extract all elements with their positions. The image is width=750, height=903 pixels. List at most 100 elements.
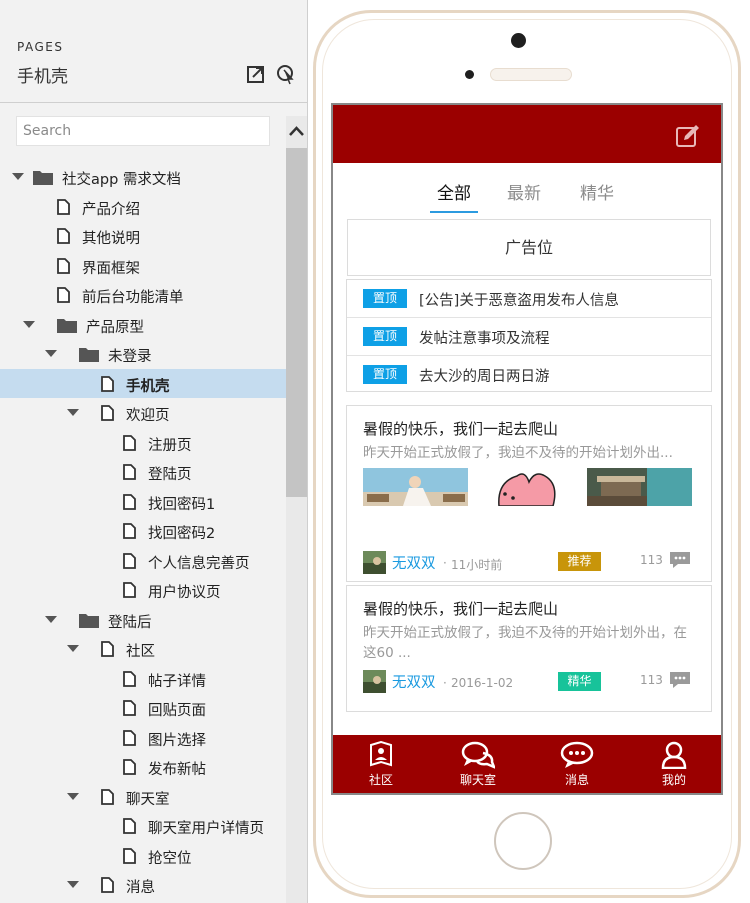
tree-item[interactable]: 界面框架 bbox=[0, 251, 286, 281]
expand-arrow-icon[interactable] bbox=[67, 881, 79, 888]
feed-tabs: 全部 最新 精华 bbox=[333, 163, 721, 215]
scroll-up-icon[interactable] bbox=[286, 118, 307, 144]
tree-item[interactable]: 聊天室用户详情页 bbox=[0, 811, 286, 841]
tree-item-label: 找回密码2 bbox=[148, 526, 216, 542]
tree-item-label: 手机壳 bbox=[126, 378, 170, 395]
comment-count: 113 bbox=[640, 553, 663, 567]
phone-frame: 全部 最新 精华 广告位 置顶 [公告]关于恶意盗用发布人信息 置顶 发帖注意事… bbox=[313, 10, 741, 898]
post-image[interactable] bbox=[587, 468, 692, 506]
export-icon[interactable] bbox=[246, 64, 266, 84]
chat-bubbles-icon bbox=[461, 741, 497, 773]
tree-item[interactable]: 注册页 bbox=[0, 428, 286, 458]
author-name[interactable]: 无双双 bbox=[392, 671, 436, 692]
pinned-item[interactable]: 置顶 [公告]关于恶意盗用发布人信息 bbox=[347, 280, 711, 318]
tree-item[interactable]: 社区 bbox=[0, 634, 286, 664]
post-image[interactable] bbox=[477, 468, 582, 506]
tree-item-label: 抢空位 bbox=[148, 850, 192, 867]
tree-item[interactable]: 手机壳 bbox=[0, 368, 286, 398]
tab-all[interactable]: 全部 bbox=[437, 179, 471, 204]
post-card[interactable]: 暑假的快乐，我们一起去爬山 昨天开始正式放假了，我迫不及待的开始计划外出，在这6… bbox=[346, 585, 712, 712]
tree-item-label: 图片选择 bbox=[148, 732, 206, 749]
tree-item[interactable]: 找回密码2 bbox=[0, 516, 286, 546]
pinned-tag: 置顶 bbox=[363, 289, 407, 308]
post-excerpt: 昨天开始正式放假了，我迫不及待的开始计划外出... bbox=[363, 445, 673, 461]
page-icon bbox=[57, 228, 70, 248]
tree-item[interactable]: 个人信息完善页 bbox=[0, 546, 286, 576]
nav-label: 聊天室 bbox=[459, 773, 496, 787]
tree-item[interactable]: 产品原型 bbox=[0, 310, 286, 340]
comment-icon[interactable] bbox=[669, 551, 691, 569]
tree-item[interactable]: 帖子详情 bbox=[0, 664, 286, 694]
tree-item[interactable]: 前后台功能清单 bbox=[0, 280, 286, 310]
tree-item[interactable]: 发布新帖 bbox=[0, 752, 286, 782]
user-icon bbox=[661, 741, 687, 773]
tree-item[interactable]: 抢空位 bbox=[0, 841, 286, 871]
comment-icon[interactable] bbox=[669, 671, 691, 689]
post-date: 2016-1-02 bbox=[451, 676, 514, 690]
page-icon bbox=[101, 877, 114, 897]
expand-arrow-icon[interactable] bbox=[67, 645, 79, 652]
expand-arrow-icon[interactable] bbox=[12, 173, 24, 180]
avatar[interactable] bbox=[363, 670, 386, 693]
post-card[interactable]: 暑假的快乐，我们一起去爬山 昨天开始正式放假了，我迫不及待的开始计划外出... bbox=[346, 405, 712, 582]
compose-icon[interactable] bbox=[675, 123, 701, 149]
pinned-list: 置顶 [公告]关于恶意盗用发布人信息 置顶 发帖注意事项及流程 置顶 去大沙的周… bbox=[346, 279, 712, 392]
search-input[interactable] bbox=[16, 116, 270, 146]
pinned-item[interactable]: 置顶 发帖注意事项及流程 bbox=[347, 318, 711, 356]
scrollbar-thumb[interactable] bbox=[286, 148, 307, 497]
tree-item[interactable]: 用户协议页 bbox=[0, 575, 286, 605]
home-button[interactable] bbox=[494, 812, 552, 870]
tab-featured[interactable]: 精华 bbox=[580, 179, 614, 204]
expand-arrow-icon[interactable] bbox=[67, 409, 79, 416]
app-top-bar bbox=[333, 105, 721, 163]
active-tab-indicator bbox=[430, 211, 478, 213]
tree-item-label: 登陆后 bbox=[108, 614, 152, 631]
expand-arrow-icon[interactable] bbox=[23, 320, 35, 328]
recommended-badge: 推荐 bbox=[558, 552, 601, 571]
page-icon bbox=[101, 405, 114, 425]
tree-item[interactable]: 消息 bbox=[0, 870, 286, 900]
tree-item[interactable]: 聊天室 bbox=[0, 782, 286, 812]
tree-item[interactable]: 社交app 需求文档 bbox=[0, 162, 286, 192]
ad-banner[interactable]: 广告位 bbox=[347, 219, 711, 276]
nav-community[interactable]: 社区 bbox=[346, 735, 416, 793]
tree-item[interactable]: 找回密码1 bbox=[0, 487, 286, 517]
tree-item-label: 聊天室 bbox=[126, 791, 170, 808]
tree-item-label: 社区 bbox=[126, 644, 155, 660]
sensor bbox=[465, 70, 474, 79]
tree-item-label: 产品原型 bbox=[86, 319, 144, 336]
expand-arrow-icon[interactable] bbox=[45, 615, 57, 623]
page-icon bbox=[123, 582, 136, 602]
meta-dot: · bbox=[443, 556, 447, 570]
community-icon bbox=[369, 740, 393, 771]
page-icon bbox=[123, 523, 136, 543]
avatar[interactable] bbox=[363, 551, 386, 574]
post-excerpt: 昨天开始正式放假了，我迫不及待的开始计划外出，在这60 ... bbox=[363, 625, 687, 661]
phone-screen: 全部 最新 精华 广告位 置顶 [公告]关于恶意盗用发布人信息 置顶 发帖注意事… bbox=[331, 103, 723, 795]
cursor-search-icon[interactable] bbox=[276, 64, 296, 85]
page-icon bbox=[101, 788, 114, 809]
tree-item[interactable]: 产品介绍 bbox=[0, 192, 286, 222]
page-icon bbox=[123, 434, 136, 455]
author-name[interactable]: 无双双 bbox=[392, 552, 436, 573]
page-icon bbox=[123, 670, 136, 691]
tree-item[interactable]: 未登录 bbox=[0, 339, 286, 369]
nav-me[interactable]: 我的 bbox=[639, 735, 709, 793]
tree-item[interactable]: 欢迎页 bbox=[0, 398, 286, 428]
tree-item[interactable]: 登陆页 bbox=[0, 457, 286, 487]
page-icon bbox=[123, 729, 136, 750]
tree-item[interactable]: 回贴页面 bbox=[0, 693, 286, 723]
tree-item-label: 消息 bbox=[126, 880, 155, 896]
bottom-nav: 社区 聊天室 消息 我的 bbox=[333, 735, 721, 793]
expand-arrow-icon[interactable] bbox=[67, 792, 79, 800]
pinned-item[interactable]: 置顶 去大沙的周日两日游 bbox=[347, 356, 711, 393]
tab-latest[interactable]: 最新 bbox=[507, 179, 541, 204]
nav-chatroom[interactable]: 聊天室 bbox=[443, 735, 513, 793]
post-image[interactable] bbox=[363, 468, 468, 506]
tree-item[interactable]: 图片选择 bbox=[0, 723, 286, 753]
tree-item-label: 注册页 bbox=[148, 437, 192, 454]
tree-item[interactable]: 其他说明 bbox=[0, 221, 286, 251]
expand-arrow-icon[interactable] bbox=[45, 350, 57, 357]
nav-messages[interactable]: 消息 bbox=[542, 735, 612, 793]
tree-item[interactable]: 登陆后 bbox=[0, 605, 286, 635]
